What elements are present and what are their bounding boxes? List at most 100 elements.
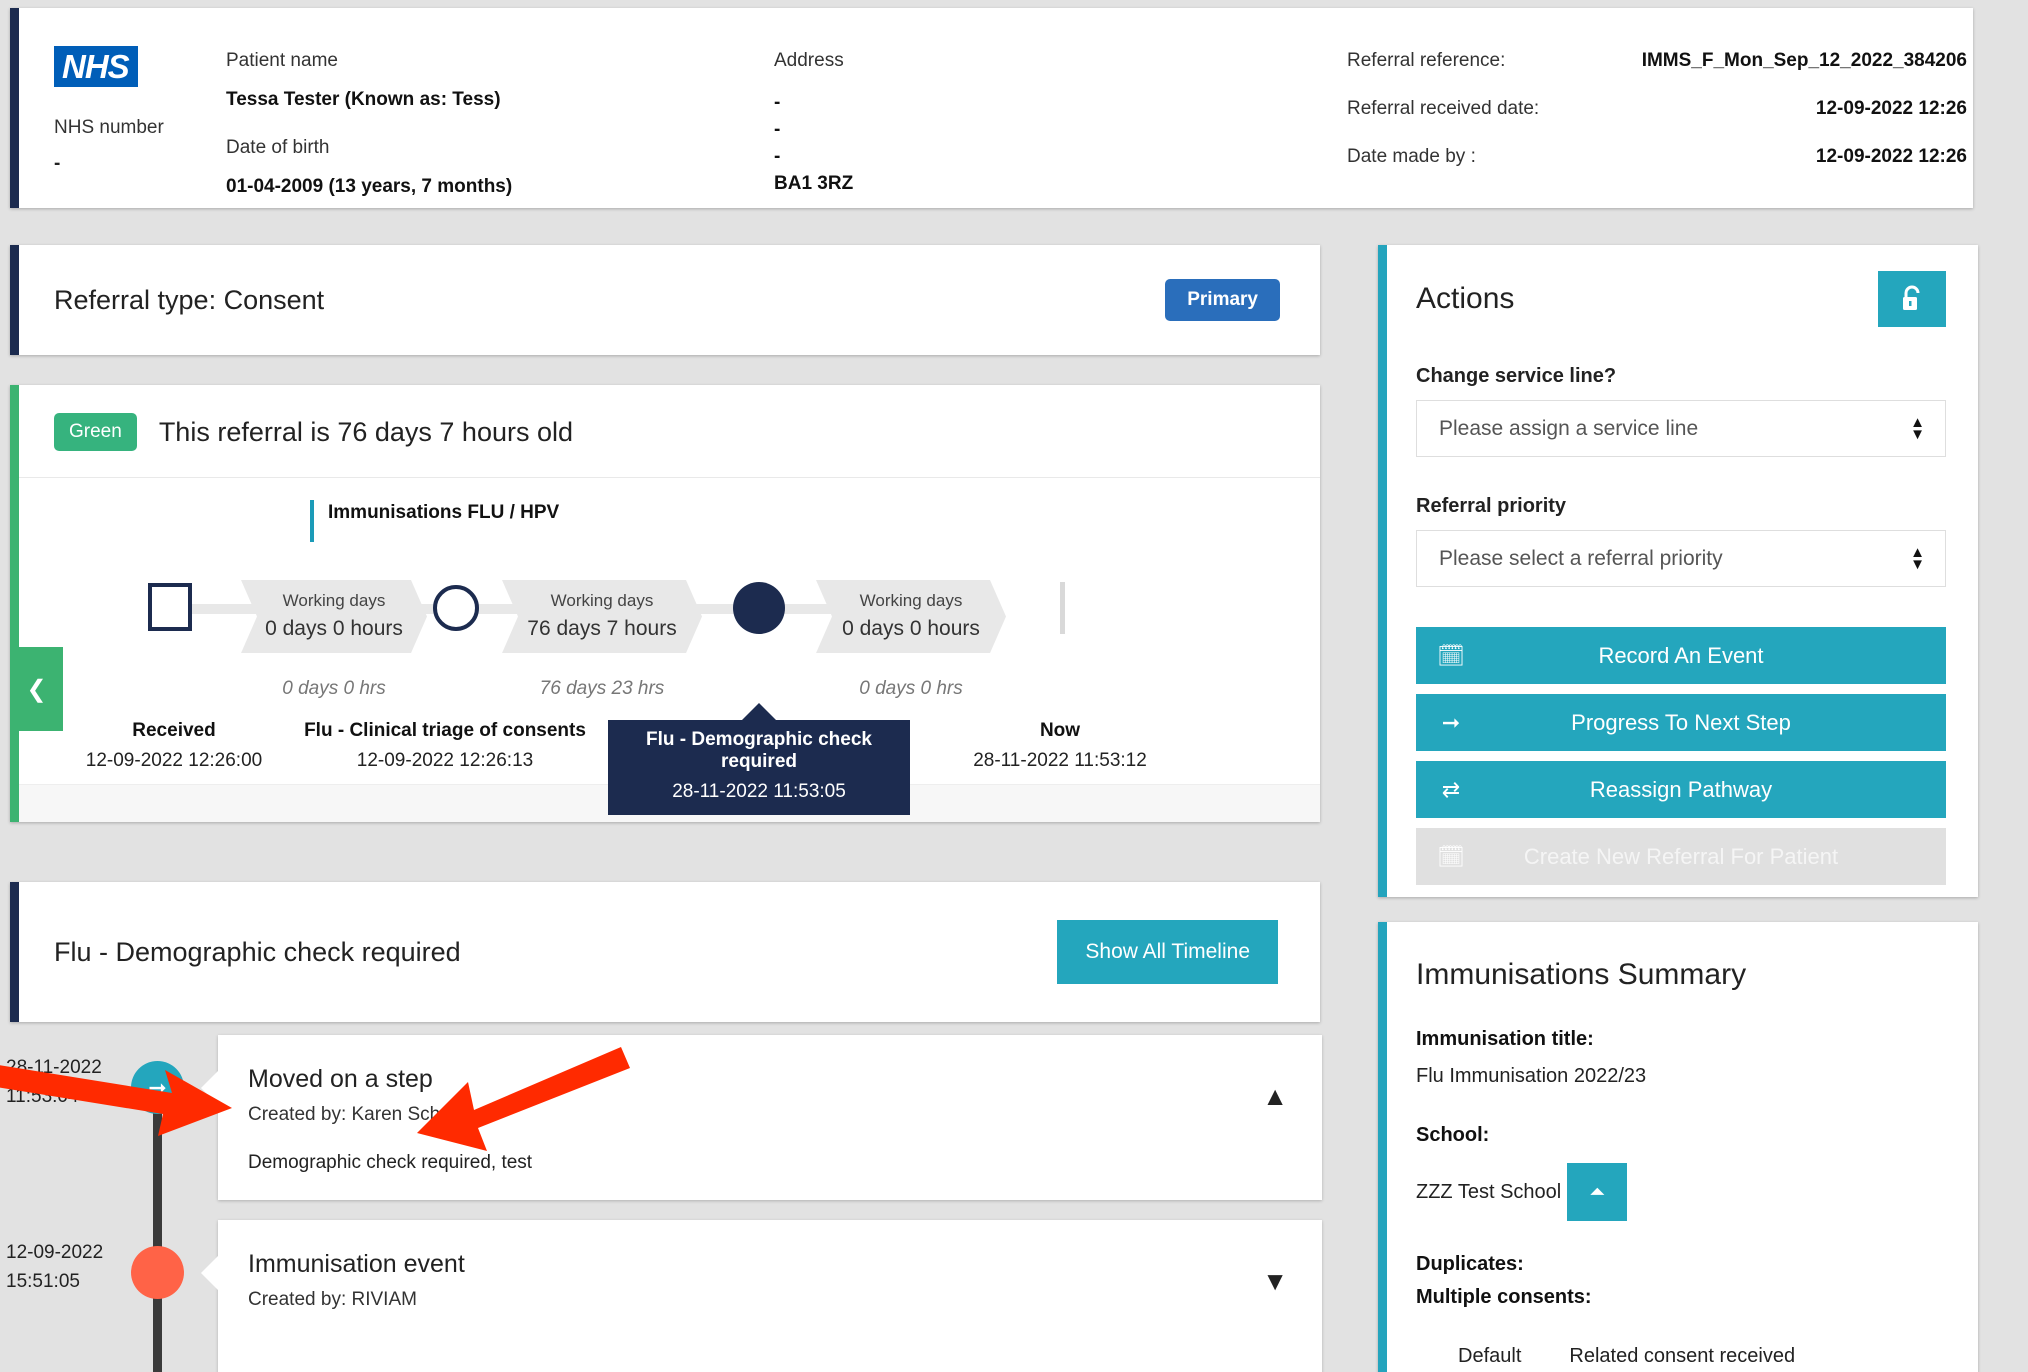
unlock-icon	[1903, 285, 1920, 310]
referral-reference-row: Referral reference: IMMS_F_Mon_Sep_12_20…	[1347, 50, 1967, 72]
address-label: Address	[774, 50, 844, 71]
referral-age-text: This referral is 76 days 7 hours old	[158, 416, 574, 447]
event-body: Demographic check required, test	[248, 1152, 533, 1173]
event-dot-progress[interactable]: ➞	[131, 1061, 184, 1114]
primary-badge[interactable]: Primary	[1165, 279, 1280, 321]
unlock-button[interactable]	[1878, 271, 1946, 327]
consent-status: Related consent received	[1569, 1345, 1796, 1367]
eject-icon: ⏶	[1589, 1180, 1606, 1203]
dob-label: Date of birth	[226, 137, 330, 158]
milestone-label-current[interactable]: Flu - Demographic check required 28-11-2…	[608, 703, 910, 815]
segment-elapsed-0: 0 days 0 hrs	[282, 678, 386, 699]
address-line: BA1 3RZ	[774, 173, 854, 194]
patient-header-card: NHS NHS number - Patient name Tessa Test…	[10, 8, 1973, 208]
referral-reference-value: IMMS_F_Mon_Sep_12_2022_384206	[1641, 50, 1967, 71]
milestone-node-current[interactable]	[733, 582, 785, 634]
segment-elapsed-1: 76 days 23 hrs	[539, 678, 665, 699]
referral-type-title: Referral type: Consent	[54, 284, 325, 315]
event-date: 12-09-2022 15:51:05	[6, 1238, 146, 1296]
summary-accent-bar	[1378, 922, 1387, 1372]
event-date: 28-11-2022 11:53:04	[6, 1053, 146, 1111]
milestone-title: Now	[1039, 720, 1081, 741]
current-step-title: Flu - Demographic check required	[54, 936, 461, 967]
timeline-segment-1: Working days 76 days 7 hours	[502, 580, 702, 653]
milestone-label-triage[interactable]: Flu - Clinical triage of consents 12-09-…	[300, 720, 590, 772]
address-line: -	[774, 119, 781, 140]
duplicates-label: Duplicates:	[1416, 1253, 1524, 1275]
consent-row: Default Related consent received	[1416, 1345, 1946, 1368]
immunisation-title-label: Immunisation title:	[1416, 1028, 1594, 1050]
actions-title: Actions	[1416, 282, 1515, 315]
progress-to-next-step-label: Progress To Next Step	[1571, 709, 1791, 735]
create-new-referral-button: 🗓 Create New Referral For Patient	[1416, 828, 1946, 885]
school-eject-button[interactable]: ⏶	[1567, 1163, 1628, 1221]
progress-to-next-step-button[interactable]: ➞ Progress To Next Step	[1416, 694, 1946, 751]
event-card[interactable]: Immunisation event Created by: RIVIAM ▼	[201, 1220, 1322, 1372]
referral-timeline-card: ❮ Green This referral is 76 days 7 hours…	[10, 385, 1320, 822]
service-line-name: Immunisations FLU / HPV	[328, 502, 560, 523]
working-days-label: Working days	[282, 591, 386, 610]
referral-detail-page: NHS NHS number - Patient name Tessa Test…	[0, 0, 2028, 1372]
step-card-accent-bar	[10, 882, 19, 1022]
referral-received-value: 12-09-2022 12:26	[1815, 98, 1967, 119]
referral-priority-select[interactable]: Please select a referral priority ▲ ▼	[1416, 530, 1946, 587]
service-line-label: Change service line?	[1416, 365, 1617, 387]
milestone-label-received[interactable]: Received 12-09-2022 12:26:00	[60, 720, 288, 772]
timeline-segment-0: Working days 0 days 0 hours	[241, 580, 427, 653]
create-new-referral-label: Create New Referral For Patient	[1523, 843, 1839, 869]
service-line-select[interactable]: Please assign a service line ▲ ▼	[1416, 400, 1946, 457]
consent-type: Default	[1458, 1345, 1522, 1367]
milestone-date: 12-09-2022 12:26:00	[85, 750, 263, 771]
event-expand-toggle[interactable]: ▼	[1262, 1268, 1288, 1294]
patient-name-label: Patient name	[226, 50, 338, 71]
working-days-label: Working days	[859, 591, 963, 610]
clipboard-icon: 🗓	[1437, 843, 1465, 869]
nhs-logo: NHS	[54, 46, 138, 87]
segment-working-value: 76 days 7 hours	[527, 616, 677, 640]
event-date-line: 12-09-2022	[6, 1242, 104, 1263]
shuffle-icon: ⇄	[1441, 776, 1461, 802]
referral-received-row: Referral received date: 12-09-2022 12:26	[1347, 98, 1967, 120]
event-created-by: Created by: Karen Schulz	[248, 1104, 465, 1125]
event-date-line: 28-11-2022	[6, 1057, 102, 1078]
segment-elapsed-2: 0 days 0 hrs	[859, 678, 963, 699]
actions-accent-bar	[1378, 245, 1387, 897]
school-label: School:	[1416, 1124, 1490, 1146]
current-step-card: Flu - Demographic check required Show Al…	[10, 882, 1320, 1022]
date-made-by-value: 12-09-2022 12:26	[1815, 146, 1967, 167]
event-title: Immunisation event	[248, 1250, 465, 1278]
service-accent-bar	[310, 500, 314, 542]
address-line: -	[774, 92, 781, 113]
date-made-by-label: Date made by :	[1347, 146, 1476, 167]
milestone-title: Flu - Demographic check required	[646, 729, 872, 772]
patient-name-block: Patient name Tessa Tester (Known as: Tes…	[226, 46, 774, 208]
timeline-segment-2: Working days 0 days 0 hours	[816, 580, 1006, 653]
chevron-updown-icon: ▲ ▼	[1910, 413, 1925, 443]
segment-working-value: 0 days 0 hours	[265, 616, 403, 640]
milestone-date: 28-11-2022 11:53:05	[672, 781, 846, 802]
referral-meta-block: Referral reference: IMMS_F_Mon_Sep_12_20…	[1347, 50, 1967, 194]
nhs-number-value: -	[54, 153, 61, 174]
event-dot-immunisation[interactable]	[131, 1246, 184, 1299]
arrow-right-icon: ➞	[1441, 709, 1461, 735]
record-an-event-button[interactable]: 🗓 Record An Event	[1416, 627, 1946, 684]
milestone-date: 28-11-2022 11:53:12	[973, 750, 1147, 771]
nhs-number-label: NHS number	[54, 117, 164, 138]
reassign-pathway-button[interactable]: ⇄ Reassign Pathway	[1416, 761, 1946, 818]
clipboard-icon: 🗓	[1437, 642, 1465, 668]
working-days-label: Working days	[550, 591, 654, 610]
immunisation-title-value: Flu Immunisation 2022/23	[1416, 1065, 1647, 1087]
reassign-pathway-label: Reassign Pathway	[1589, 776, 1773, 802]
multiple-consents-label: Multiple consents:	[1416, 1286, 1592, 1308]
milestone-node-received[interactable]	[148, 583, 192, 631]
service-line-name-row: Immunisations FLU / HPV	[10, 478, 1320, 542]
event-title: Moved on a step	[248, 1065, 433, 1093]
actions-panel: Actions Change service line? Please assi…	[1378, 245, 1978, 897]
milestone-node-triage[interactable]	[433, 585, 479, 631]
show-all-timeline-button[interactable]: Show All Timeline	[1057, 920, 1278, 984]
school-value: ZZZ Test School	[1416, 1180, 1562, 1203]
event-card[interactable]: Moved on a step Created by: Karen Schulz…	[201, 1035, 1322, 1200]
event-collapse-toggle[interactable]: ▲	[1262, 1083, 1288, 1109]
milestone-label-now[interactable]: Now 28-11-2022 11:53:12	[920, 720, 1200, 772]
referral-priority-value: Please select a referral priority	[1439, 546, 1723, 570]
